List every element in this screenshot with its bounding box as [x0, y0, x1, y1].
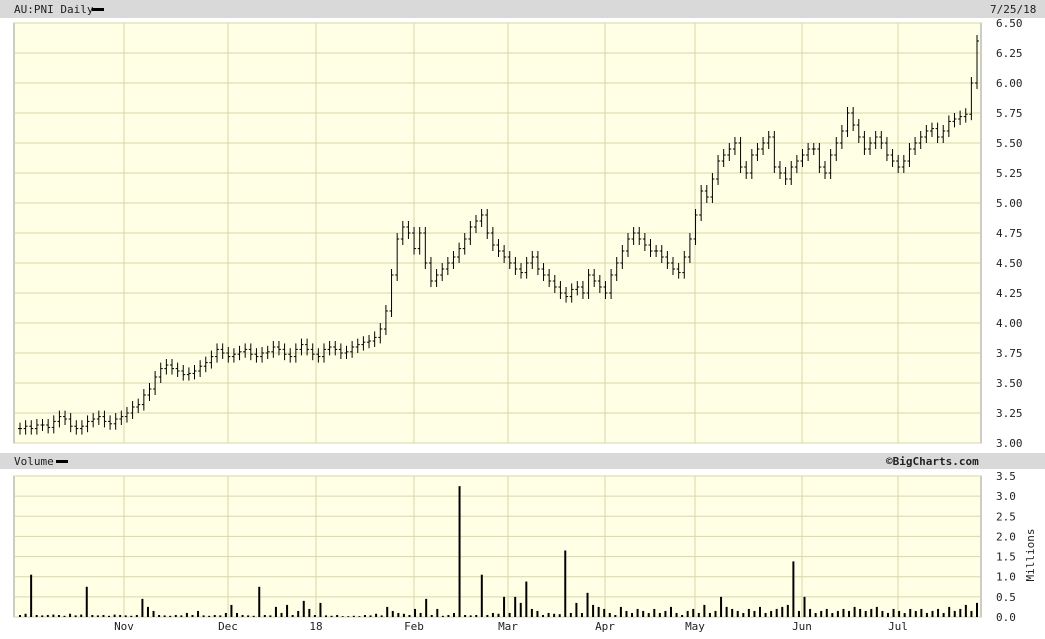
x-tick-label: Feb	[404, 620, 424, 633]
x-tick-label: Jul	[888, 620, 908, 633]
legend-swatch-volume	[56, 460, 68, 463]
chart-date: 7/25/18	[990, 3, 1036, 16]
chart-title: AU:PNI Daily	[14, 3, 94, 16]
price-y-tick-label: 5.00	[996, 197, 1023, 210]
volume-y-tick-label: 1.5	[996, 551, 1016, 564]
volume-y-tick-label: 2.0	[996, 530, 1016, 543]
price-y-tick-label: 3.00	[996, 437, 1023, 450]
x-tick-label: May	[685, 620, 705, 633]
price-y-tick-label: 6.00	[996, 77, 1023, 90]
volume-y-tick-label: 3.5	[996, 470, 1016, 483]
price-y-tick-label: 3.75	[996, 347, 1023, 360]
volume-unit-label: Millions	[1024, 529, 1037, 582]
price-y-tick-label: 4.75	[996, 227, 1023, 240]
price-y-tick-label: 4.25	[996, 287, 1023, 300]
volume-y-tick-label: 1.0	[996, 571, 1016, 584]
chart-root: AU:PNI Daily 7/25/18 3.00 3.25 3.50 3.75 4.0…	[0, 0, 1045, 635]
volume-y-axis: 0.0 0.5 1.0 1.5 2.0 2.5 3.0 3.5	[996, 470, 1016, 624]
volume-y-tick-label: 0.0	[996, 611, 1016, 624]
volume-panel	[13, 475, 982, 618]
price-y-axis: 3.00 3.25 3.50 3.75 4.00 4.25 4.50 4.75 5.00 5.25…	[996, 17, 1023, 450]
volume-y-tick-label: 0.5	[996, 591, 1016, 604]
price-y-tick-label: 5.25	[996, 167, 1023, 180]
volume-y-tick-label: 3.0	[996, 490, 1016, 503]
x-axis: Nov Dec 18 Feb Mar Apr May Jun Jul	[114, 620, 908, 633]
price-y-tick-label: 3.50	[996, 377, 1023, 390]
price-y-tick-label: 4.00	[996, 317, 1023, 330]
chart-canvas: AU:PNI Daily 7/25/18 3.00 3.25 3.50 3.75 4.0…	[0, 0, 1045, 633]
legend-swatch-price	[92, 8, 104, 11]
price-y-tick-label: 5.50	[996, 137, 1023, 150]
brand-label: ©BigCharts.com	[886, 455, 979, 468]
x-tick-label: Dec	[218, 620, 238, 633]
price-y-tick-label: 5.75	[996, 107, 1023, 120]
x-tick-label: Jun	[792, 620, 812, 633]
x-tick-label: Apr	[595, 620, 615, 633]
x-tick-label: 18	[309, 620, 322, 633]
x-tick-label: Mar	[498, 620, 518, 633]
volume-title: Volume	[14, 455, 54, 468]
price-y-tick-label: 4.50	[996, 257, 1023, 270]
price-header-bar	[0, 0, 1045, 18]
volume-y-tick-label: 2.5	[996, 510, 1016, 523]
x-tick-label: Nov	[114, 620, 134, 633]
price-y-tick-label: 6.50	[996, 17, 1023, 30]
price-y-tick-label: 3.25	[996, 407, 1023, 420]
price-y-tick-label: 6.25	[996, 47, 1023, 60]
